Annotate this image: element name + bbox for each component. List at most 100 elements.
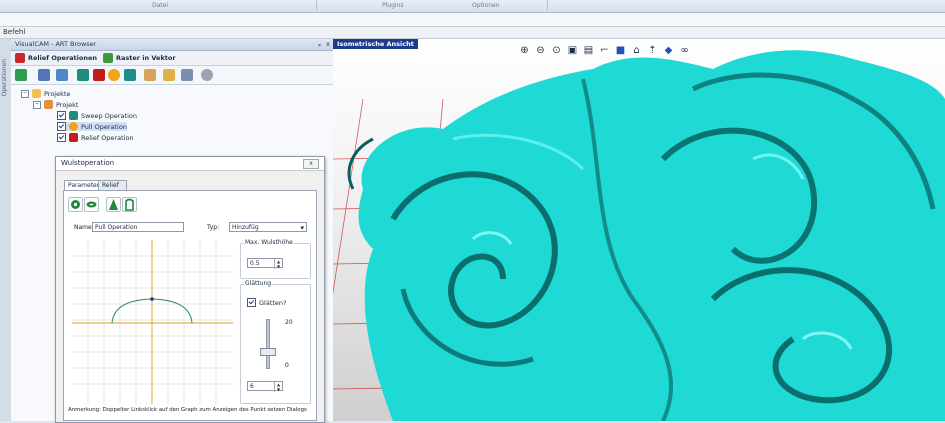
tree-root[interactable]: − Projekte: [21, 89, 70, 98]
ribbon-separator: [547, 0, 548, 11]
home-view-icon[interactable]: ⌂: [630, 44, 643, 57]
folder-icon: [32, 89, 41, 98]
smooth-checkbox-label: Glätten?: [259, 298, 287, 307]
pour-icon[interactable]: [163, 69, 175, 81]
smooth-checkbox-row[interactable]: Glätten?: [247, 298, 287, 307]
visibility-checkbox[interactable]: [57, 111, 66, 120]
emboss-icon[interactable]: [93, 69, 105, 81]
layers-icon[interactable]: [38, 69, 50, 81]
smooth-value: 6: [250, 383, 254, 390]
expand-toggle[interactable]: −: [21, 89, 29, 98]
panel-toolbar: Relief Operationen Raster in Vektor: [11, 51, 333, 66]
name-field[interactable]: Pull Operation: [92, 222, 184, 232]
smoothing-slider-thumb[interactable]: [260, 348, 276, 356]
tree-item-label: Pull Operation: [81, 122, 127, 131]
tree-project-label: Projekt: [56, 100, 79, 109]
ribbon-group-plugins: Plugins: [382, 2, 404, 9]
pull-op-icon: [69, 122, 78, 131]
new-relief-icon[interactable]: [15, 69, 27, 81]
view-title: Isometrische Ansicht: [333, 39, 418, 49]
smoothing-label: Glättung: [244, 280, 273, 287]
type-select[interactable]: Hinzufüg: [229, 222, 307, 233]
render-icon[interactable]: ∞: [678, 44, 691, 57]
smooth-checkbox[interactable]: [247, 298, 256, 307]
settings-icon[interactable]: [201, 69, 213, 81]
smoothing-slider-track[interactable]: [266, 319, 270, 369]
side-view-icon[interactable]: ■: [614, 44, 627, 57]
max-height-field[interactable]: 0.5 ▲ ▼: [247, 258, 283, 269]
relief-render: [333, 50, 945, 421]
ribbon-group-optionen: Optionen: [472, 2, 500, 9]
panel-title: VisualCAM - ART Browser: [15, 40, 97, 48]
chisel-icon[interactable]: [124, 69, 136, 81]
slider-max-label: 20: [285, 319, 293, 326]
relief-ops-label: Relief Operationen: [28, 54, 98, 62]
smooth-value-spinner[interactable]: ▲ ▼: [274, 382, 282, 392]
tree-item-relief[interactable]: Relief Operation: [57, 133, 134, 142]
relief-model: [347, 50, 945, 421]
tree-item-label: Sweep Operation: [81, 111, 137, 120]
tree-project[interactable]: − Projekt: [33, 100, 78, 109]
profile-graph-svg: [72, 240, 233, 404]
zoom-extents-icon[interactable]: ⊙: [550, 44, 563, 57]
tab-relief-kurven[interactable]: Relief Kurven: [98, 180, 127, 198]
max-height-value: 0.5: [250, 260, 260, 267]
flat-profile-icon: [86, 201, 97, 208]
input-bar[interactable]: [0, 13, 945, 27]
wulstoperation-dialog: Wulstoperation x Parameter Relief Kurven…: [55, 156, 325, 423]
panel-title-bar: VisualCAM - ART Browser ᵩ x: [11, 39, 333, 51]
tree-item-pull[interactable]: Pull Operation: [57, 122, 127, 131]
zoom-window-icon[interactable]: ▣: [566, 44, 579, 57]
shape-plateau-button[interactable]: [122, 197, 137, 212]
tree-item-label: Relief Operation: [81, 133, 134, 142]
pill-icon[interactable]: [108, 69, 120, 81]
plateau-profile-icon: [125, 198, 134, 211]
sweep-op-icon: [69, 111, 78, 120]
view-toolbar: ⊕ ⊖ ⊙ ▣ ▤ ⌐ ■ ⌂ ⇡ ◆ ∞: [518, 44, 691, 57]
relief-operationen-button[interactable]: Relief Operationen: [15, 53, 97, 63]
round-profile-icon: [71, 200, 80, 209]
tree-icon[interactable]: [56, 69, 68, 81]
command-row: Befehl: [0, 27, 945, 39]
box-view-icon[interactable]: ◆: [662, 44, 675, 57]
smoothing-group: Glättung Glätten? 20 0 6 ▲ ▼: [240, 280, 311, 404]
zoom-in-icon[interactable]: ⊕: [518, 44, 531, 57]
shape-flat-button[interactable]: [84, 197, 99, 212]
slider-min-label: 0: [285, 362, 289, 369]
iso-view-icon[interactable]: ⇡: [646, 44, 659, 57]
tree-root-label: Projekte: [44, 89, 71, 98]
image-icon[interactable]: [181, 69, 193, 81]
relief-ops-icon: [15, 53, 25, 63]
dialog-close-button[interactable]: x: [303, 159, 319, 169]
smooth-value-field[interactable]: 6 ▲ ▼: [247, 381, 283, 392]
peak-profile-icon: [109, 199, 118, 210]
side-tab-label: Operationen: [1, 59, 8, 97]
graph-hint: Anmerkung: Doppelter Linksklick auf den …: [68, 407, 307, 413]
pin-icon[interactable]: ᵩ: [318, 39, 321, 50]
tree-item-sweep[interactable]: Sweep Operation: [57, 111, 137, 120]
command-label: Befehl: [3, 28, 26, 36]
ribbon-separator: [316, 0, 317, 11]
ribbon-group-datei: Datei: [152, 2, 169, 9]
front-view-icon[interactable]: ⌐: [598, 44, 611, 57]
shape-peak-button[interactable]: [106, 197, 121, 212]
visibility-checkbox[interactable]: [57, 133, 66, 142]
panel-close-icon[interactable]: x: [326, 39, 330, 50]
profile-graph[interactable]: [72, 240, 233, 404]
flatten-icon[interactable]: [144, 69, 156, 81]
ribbon: Datei Plugins Optionen: [0, 0, 945, 13]
raster-vektor-label: Raster in Vektor: [116, 54, 176, 62]
top-view-icon[interactable]: ▤: [582, 44, 595, 57]
raster-vektor-icon: [103, 53, 113, 63]
parameter-tab-body: Name Pull Operation Typ: Hinzufüg ▾ Max.…: [63, 190, 317, 421]
expand-toggle[interactable]: −: [33, 100, 41, 109]
raster-vektor-button[interactable]: Raster in Vektor: [103, 53, 176, 63]
shape-round-button[interactable]: [68, 197, 83, 212]
max-height-spinner[interactable]: ▲ ▼: [274, 259, 282, 269]
zoom-out-icon[interactable]: ⊖: [534, 44, 547, 57]
visibility-checkbox[interactable]: [57, 122, 66, 131]
name-label: Name: [74, 224, 92, 231]
sweep-icon[interactable]: [77, 69, 89, 81]
3d-viewport[interactable]: Isometrische Ansicht ⊕ ⊖ ⊙ ▣ ▤ ⌐ ■ ⌂ ⇡ ◆…: [333, 39, 945, 421]
dialog-title: Wulstoperation: [61, 159, 115, 167]
